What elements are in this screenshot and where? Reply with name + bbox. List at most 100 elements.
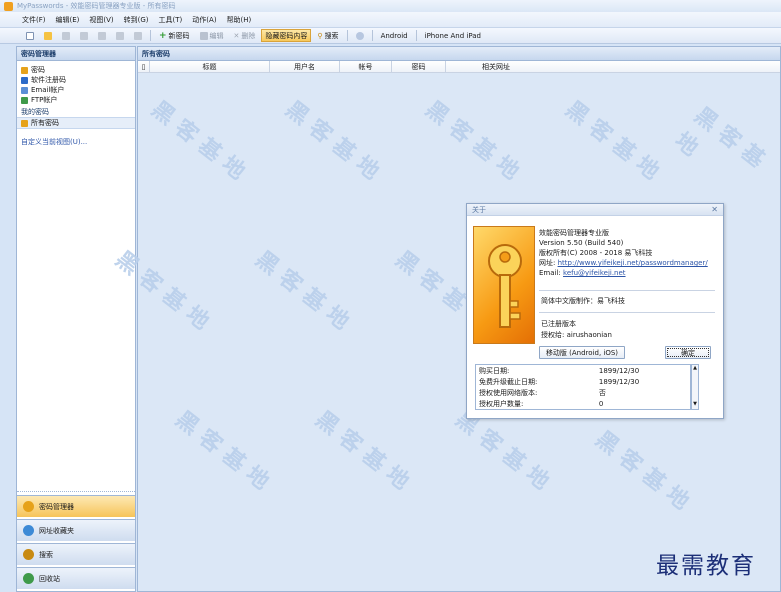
document-icon: ▯ [138, 61, 150, 72]
iphone-label: iPhone And iPad [424, 31, 481, 40]
preview-icon [80, 31, 88, 40]
brand-watermark: 最需教育 [656, 553, 756, 579]
sync-icon [355, 31, 364, 40]
toolbar: + 新密码 编辑 ✕ 删除 隐藏密码内容 ⚲ 搜索 Android iPhone An… [0, 28, 781, 44]
search-icon: ⚲ [317, 31, 323, 40]
table-row: 免费升级截止日期: 1899/12/30 [476, 376, 690, 387]
menu-actions[interactable]: 动作(A) [190, 15, 218, 25]
nav-search[interactable]: 搜索 [17, 543, 135, 565]
paste-button[interactable] [130, 29, 146, 42]
column-password[interactable]: 密码 [392, 61, 446, 72]
key-icon [21, 66, 28, 74]
license-value: 1899/12/30 [598, 377, 640, 386]
key-icon [488, 244, 522, 328]
custom-view-link[interactable]: 自定义当前视图(U)... [17, 137, 135, 147]
column-url[interactable]: 相关网址 [446, 61, 546, 72]
nav-bookmarks[interactable]: 网址收藏夹 [17, 519, 135, 541]
ftp-icon [21, 96, 28, 104]
menu-tools[interactable]: 工具(T) [157, 15, 185, 25]
watermark-text: 黑 客 基 地 [170, 406, 274, 495]
print-icon [62, 31, 70, 40]
new-file-button[interactable] [22, 29, 38, 42]
sidebar-item-label: Email帐户 [31, 86, 65, 94]
content-header: 所有密码 [138, 47, 780, 61]
close-icon[interactable]: ✕ [711, 205, 718, 214]
table-row: 授权用户数量: 0 [476, 398, 690, 409]
nav-recycle-bin[interactable]: 回收站 [17, 567, 135, 589]
nav-pane-splitter[interactable] [17, 491, 135, 494]
website-label: 网址: [539, 259, 556, 267]
window-title: MyPasswords - 效能密码管理器专业版 - 所有密码 [17, 2, 176, 10]
mobile-sync-button[interactable] [352, 29, 368, 42]
watermark-text: 黑 客 基 地 [560, 96, 664, 185]
column-account[interactable]: 帐号 [340, 61, 392, 72]
edit-button[interactable]: 编辑 [196, 29, 228, 42]
copy-button[interactable] [112, 29, 128, 42]
menu-file[interactable]: 文件(F) [20, 15, 48, 25]
scroll-down-icon[interactable]: ▼ [692, 401, 698, 409]
watermark-text: 黑 客 基 地 [146, 96, 250, 185]
license-key: 购买日期: [479, 366, 510, 375]
delete-label: 删除 [241, 31, 256, 40]
license-value: 0 [598, 399, 604, 408]
copy-icon [116, 31, 124, 40]
hide-passwords-toggle[interactable]: 隐藏密码内容 [261, 29, 312, 42]
plus-icon: + [159, 30, 167, 41]
key-logo [473, 226, 535, 344]
column-title[interactable]: 标题 [150, 61, 270, 72]
ok-button[interactable]: 确定 [665, 346, 711, 359]
sidebar-item-email[interactable]: Email帐户 [17, 85, 135, 95]
website-link[interactable]: http://www.yifeikeji.net/passwordmanager… [558, 259, 708, 267]
menu-help[interactable]: 帮助(H) [225, 15, 254, 25]
email-label: Email: [539, 269, 561, 277]
license-value: 1899/12/30 [598, 366, 640, 375]
menu-bar: 文件(F) 编辑(E) 视图(V) 转到(G) 工具(T) 动作(A) 帮助(H… [0, 12, 781, 28]
menu-goto[interactable]: 转到(G) [122, 15, 151, 25]
table-row: 购买日期: 1899/12/30 [476, 365, 690, 376]
toolbar-separator [371, 30, 373, 41]
menu-view[interactable]: 视图(V) [87, 15, 115, 25]
license-key: 授权使用网络版本: [479, 388, 538, 397]
print-button[interactable] [58, 29, 74, 42]
watermark-text: 黑 客 基 地 [250, 246, 354, 335]
mobile-version-button[interactable]: 移动版 (Android, iOS) [539, 346, 625, 359]
preview-button[interactable] [76, 29, 92, 42]
grid-header: ▯ 标题 用户名 帐号 密码 相关网址 [138, 61, 780, 73]
new-file-icon [26, 31, 34, 40]
nav-label: 搜索 [39, 550, 53, 559]
android-label: Android [380, 31, 408, 40]
globe-icon [23, 525, 34, 536]
email-link[interactable]: kefu@yifeikeji.net [563, 269, 626, 277]
toolbar-separator [150, 30, 151, 41]
sidebar-item-software[interactable]: 软件注册码 [17, 75, 135, 85]
sidebar-item-all-passwords[interactable]: 所有密码 [17, 117, 135, 129]
about-title: 关于 [472, 205, 486, 214]
scroll-up-icon[interactable]: ▲ [692, 365, 698, 373]
column-username[interactable]: 用户名 [270, 61, 340, 72]
edit-label: 编辑 [209, 31, 224, 40]
sidebar-item-password[interactable]: 密码 [17, 65, 135, 75]
hide-passwords-label: 隐藏密码内容 [265, 31, 308, 40]
key-icon [23, 501, 34, 512]
scroll-track[interactable] [692, 373, 698, 401]
sidebar: 密码管理器 密码 软件注册码 Email帐户 FTP帐户 我的密码 所有密码 自… [16, 46, 136, 592]
software-icon [21, 76, 28, 84]
delete-button[interactable]: ✕ 删除 [230, 29, 260, 42]
open-button[interactable] [40, 29, 56, 42]
toolbar-separator [415, 30, 417, 41]
cut-button[interactable] [94, 29, 110, 42]
nav-password-manager[interactable]: 密码管理器 [17, 495, 135, 517]
new-password-label: 新密码 [168, 31, 190, 40]
registration-info: 已注册版本 授权给: airushaonian [541, 319, 612, 341]
product-name: 效能密码管理器专业版 [539, 229, 609, 237]
iphone-button[interactable]: iPhone And iPad [421, 29, 485, 42]
sidebar-item-label: 密码 [31, 66, 45, 74]
android-button[interactable]: Android [377, 29, 412, 42]
license-scrollbar[interactable]: ▲ ▼ [691, 364, 699, 410]
sidebar-item-ftp[interactable]: FTP帐户 [17, 95, 135, 105]
search-button[interactable]: ⚲ 搜索 [313, 29, 342, 42]
new-password-button[interactable]: + 新密码 [155, 29, 194, 42]
pencil-icon [199, 31, 208, 40]
menu-edit[interactable]: 编辑(E) [54, 15, 82, 25]
email-icon [21, 86, 28, 94]
